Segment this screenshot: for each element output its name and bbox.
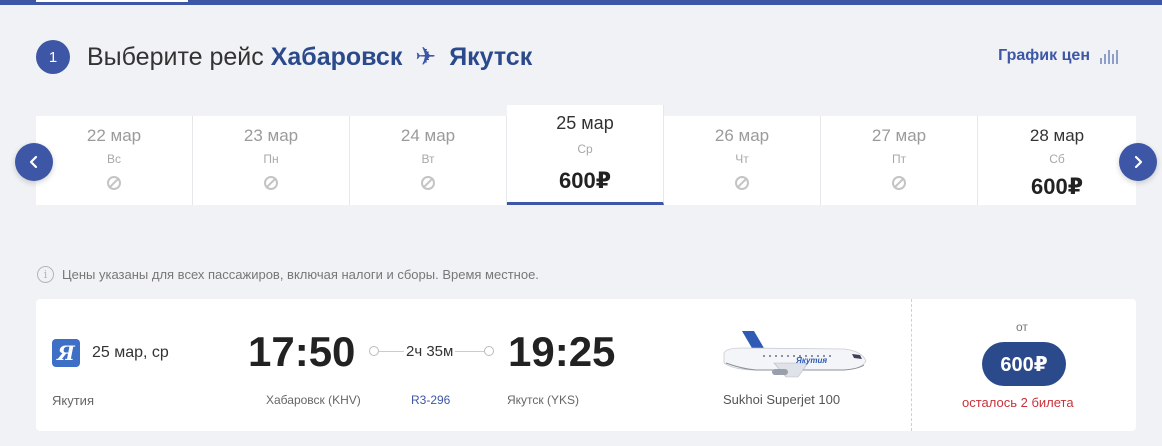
date-label: 27 мар — [871, 126, 927, 145]
date-cell-23[interactable]: 23 мар Пн — [193, 116, 350, 205]
svg-text:Якутия: Якутия — [795, 356, 827, 365]
date-label: 22 мар — [86, 126, 142, 145]
weekday-label: Пт — [891, 152, 907, 166]
page-title: Выберите рейс Хабаровск ✈ Якутск — [87, 42, 532, 72]
card-divider — [911, 299, 912, 431]
price-chart-link[interactable]: График цен — [998, 47, 1118, 65]
date-cell-27[interactable]: 27 мар Пт — [821, 116, 978, 205]
unavailable-icon — [264, 176, 278, 190]
date-label: 25 мар — [556, 113, 614, 133]
title-prefix: Выберите рейс — [87, 43, 264, 71]
title-destination: Якутск — [449, 43, 533, 71]
select-price-button[interactable]: 600₽ — [982, 342, 1066, 386]
flight-number-link[interactable]: R3-296 — [411, 393, 450, 407]
unavailable-icon — [421, 176, 435, 190]
flight-card[interactable]: Я 25 мар, ср Якутия 17:50 2ч 35м 19:25 Х… — [36, 299, 1136, 431]
airline-name: Якутия — [52, 393, 94, 408]
unavailable-icon — [735, 176, 749, 190]
bar-chart-icon — [1100, 48, 1118, 64]
price-chart-label: График цен — [998, 47, 1090, 64]
weekday-label: Ср — [577, 142, 593, 156]
date-cell-25-selected[interactable]: 25 мар Ср 600₽ — [507, 105, 664, 205]
date-cell-22[interactable]: 22 мар Вс — [36, 116, 193, 205]
chevron-right-icon — [1134, 155, 1143, 169]
aircraft-name: Sukhoi Superjet 100 — [723, 392, 841, 407]
prev-dates-button[interactable] — [15, 143, 53, 181]
price-from-label: от — [1016, 320, 1028, 334]
date-selector: 22 мар Вс 23 мар Пн 24 мар Вт 25 мар Ср … — [36, 105, 1136, 205]
unavailable-icon — [107, 176, 121, 190]
weekday-label: Вс — [106, 152, 121, 166]
step-number-badge: 1 — [36, 40, 70, 74]
plane-icon: ✈ — [415, 43, 437, 71]
aircraft-icon: Якутия — [723, 331, 867, 378]
weekday-label: Пн — [263, 152, 279, 166]
departure-time: 17:50 — [248, 328, 356, 375]
info-icon: i — [37, 266, 54, 283]
airline-logo: Я — [52, 339, 80, 367]
chevron-left-icon — [29, 155, 38, 169]
seats-left-label: осталось 2 билета — [962, 395, 1074, 410]
top-bar-tab — [36, 0, 188, 2]
step-header: 1 Выберите рейс Хабаровск ✈ Якутск Графи… — [36, 40, 1126, 74]
departure-airport: Хабаровск (KHV) — [266, 393, 361, 407]
unavailable-icon — [892, 176, 906, 190]
date-price: 600₽ — [1030, 174, 1083, 199]
price-note-text: Цены указаны для всех пассажиров, включа… — [62, 267, 539, 282]
date-cell-28[interactable]: 28 мар Сб 600₽ — [978, 116, 1136, 205]
flight-duration: 2ч 35м — [404, 343, 456, 360]
date-label: 28 мар — [1029, 126, 1085, 145]
date-label: 24 мар — [400, 126, 456, 145]
date-label: 26 мар — [714, 126, 770, 145]
weekday-label: Сб — [1049, 152, 1065, 166]
flight-date: 25 мар, ср — [92, 344, 169, 361]
date-cell-24[interactable]: 24 мар Вт — [350, 116, 507, 205]
title-origin: Хабаровск — [270, 43, 403, 71]
weekday-label: Чт — [735, 152, 749, 166]
weekday-label: Вт — [421, 152, 435, 166]
arrival-airport: Якутск (YKS) — [507, 393, 579, 407]
date-cell-26[interactable]: 26 мар Чт — [664, 116, 821, 205]
date-price: 600₽ — [558, 168, 611, 193]
price-note: i Цены указаны для всех пассажиров, вклю… — [37, 266, 539, 283]
next-dates-button[interactable] — [1119, 143, 1157, 181]
date-label: 23 мар — [243, 126, 299, 145]
arrival-time: 19:25 — [508, 328, 616, 375]
